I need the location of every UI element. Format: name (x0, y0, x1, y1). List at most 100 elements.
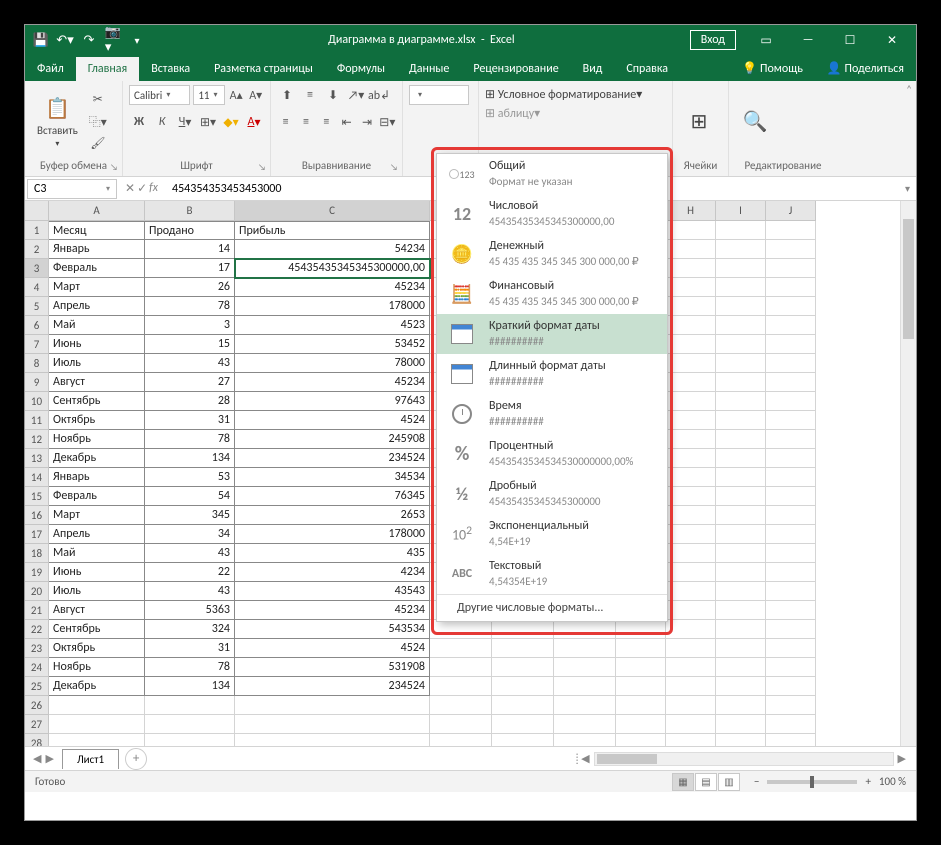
cell[interactable] (716, 544, 766, 563)
cell[interactable] (666, 677, 716, 696)
cell[interactable] (554, 696, 616, 715)
cell[interactable] (666, 639, 716, 658)
tab-review[interactable]: Рецензирование (461, 57, 570, 81)
cell[interactable] (666, 620, 716, 639)
col-header[interactable]: H (666, 201, 716, 221)
format-option[interactable]: ABC Текстовый4,54354E+19 (437, 554, 667, 594)
row-header[interactable]: 21 (25, 601, 49, 620)
col-header[interactable]: J (766, 201, 816, 221)
cell[interactable] (492, 734, 554, 746)
tab-view[interactable]: Вид (571, 57, 615, 81)
cell[interactable]: 4524 (235, 411, 430, 430)
cell[interactable]: Январь (49, 240, 145, 259)
cell[interactable] (430, 658, 492, 677)
close-button[interactable]: ✕ (872, 26, 912, 54)
cell[interactable] (766, 658, 816, 677)
cell[interactable]: Ноябрь (49, 658, 145, 677)
col-header[interactable]: B (145, 201, 235, 221)
cell[interactable] (666, 449, 716, 468)
col-header[interactable]: I (716, 201, 766, 221)
cell[interactable]: Август (49, 601, 145, 620)
cell[interactable] (716, 620, 766, 639)
cell[interactable]: Сентябрь (49, 392, 145, 411)
cell[interactable] (616, 677, 666, 696)
cell[interactable]: 26 (145, 278, 235, 297)
col-header[interactable]: C (235, 201, 430, 221)
format-painter-icon[interactable]: 🖌 (88, 134, 108, 154)
row-header[interactable]: 27 (25, 715, 49, 734)
shrink-font-icon[interactable]: A▾ (247, 85, 264, 105)
cell[interactable]: 53 (145, 468, 235, 487)
sheet-tab[interactable]: Лист1 (62, 749, 119, 769)
cell[interactable]: 4523 (235, 316, 430, 335)
font-launcher-icon[interactable]: ↘ (256, 162, 268, 174)
align-left-icon[interactable]: ≡ (277, 112, 294, 132)
cell[interactable]: 43 (145, 582, 235, 601)
accept-formula-icon[interactable]: ✓ (137, 181, 147, 196)
cell[interactable] (716, 278, 766, 297)
cell[interactable]: 43 (145, 544, 235, 563)
cell[interactable]: 15 (145, 335, 235, 354)
tab-insert[interactable]: Вставка (139, 57, 202, 81)
cell[interactable] (616, 734, 666, 746)
cell[interactable]: Февраль (49, 487, 145, 506)
cell[interactable] (766, 506, 816, 525)
row-header[interactable]: 18 (25, 544, 49, 563)
cell[interactable] (766, 715, 816, 734)
row-header[interactable]: 13 (25, 449, 49, 468)
cell[interactable]: 4234 (235, 563, 430, 582)
italic-icon[interactable]: К (152, 112, 172, 132)
row-header[interactable]: 5 (25, 297, 49, 316)
cell[interactable] (492, 658, 554, 677)
cell[interactable] (666, 468, 716, 487)
cells-button[interactable]: ⊞ (679, 85, 719, 158)
more-formats-link[interactable]: Другие числовые форматы... (437, 594, 667, 621)
qat-customize-icon[interactable]: ▾ (129, 32, 145, 48)
cell[interactable]: 45435435345345300000,00 (235, 259, 430, 278)
wrap-text-icon[interactable]: ab↲ (369, 85, 389, 105)
font-size-combo[interactable]: 11▾ (193, 85, 225, 105)
cell[interactable]: Ноябрь (49, 430, 145, 449)
cell[interactable] (430, 734, 492, 746)
cell[interactable]: 178000 (235, 297, 430, 316)
cell[interactable] (666, 240, 716, 259)
cell[interactable]: 245908 (235, 430, 430, 449)
cell[interactable] (766, 677, 816, 696)
fill-color-icon[interactable]: ◆▾ (221, 112, 241, 132)
cell[interactable] (766, 734, 816, 746)
cell[interactable]: Октябрь (49, 639, 145, 658)
row-header[interactable]: 9 (25, 373, 49, 392)
cell[interactable] (666, 734, 716, 746)
cell[interactable] (716, 468, 766, 487)
cell[interactable]: Май (49, 544, 145, 563)
zoom-in-button[interactable]: + (865, 775, 870, 788)
row-header[interactable]: 2 (25, 240, 49, 259)
cell[interactable]: 234524 (235, 677, 430, 696)
cell[interactable] (716, 639, 766, 658)
cell[interactable] (430, 677, 492, 696)
cell[interactable] (766, 544, 816, 563)
cell[interactable] (766, 620, 816, 639)
cell[interactable] (766, 639, 816, 658)
cell[interactable] (666, 278, 716, 297)
cell[interactable] (766, 411, 816, 430)
add-sheet-button[interactable]: + (125, 748, 147, 770)
cell[interactable] (666, 544, 716, 563)
cell[interactable] (616, 715, 666, 734)
cell[interactable] (666, 506, 716, 525)
indent-inc-icon[interactable]: ⇥ (358, 112, 375, 132)
cell[interactable] (716, 582, 766, 601)
cell[interactable] (666, 373, 716, 392)
cell[interactable] (616, 620, 666, 639)
cell[interactable] (766, 278, 816, 297)
align-top-icon[interactable]: ⬆ (277, 85, 297, 105)
name-box[interactable]: C3▾ (27, 179, 117, 199)
format-option[interactable]: 🧮 Финансовый45 435 435 345 345 300 000,0… (437, 274, 667, 314)
row-header[interactable]: 23 (25, 639, 49, 658)
cell[interactable] (616, 658, 666, 677)
cell[interactable] (666, 335, 716, 354)
cell[interactable]: 43 (145, 354, 235, 373)
cell[interactable]: 134 (145, 449, 235, 468)
cell[interactable]: Октябрь (49, 411, 145, 430)
format-option[interactable]: ½ Дробный45435435345345300000 (437, 474, 667, 514)
